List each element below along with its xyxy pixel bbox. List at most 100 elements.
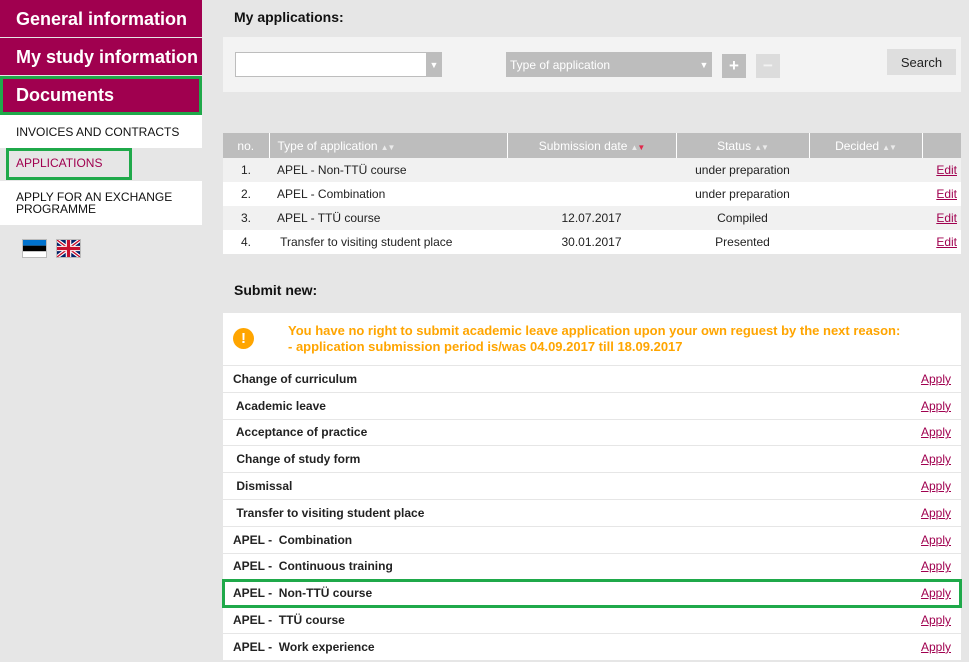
chevron-down-icon[interactable]: ▼	[426, 52, 442, 77]
apply-link[interactable]: Apply	[921, 479, 951, 493]
nav-applications[interactable]: APPLICATIONS	[6, 148, 132, 180]
column-header-submission-date[interactable]: Submission date ▲▼	[507, 133, 677, 158]
apply-link[interactable]: Apply	[921, 452, 951, 466]
apply-link[interactable]: Apply	[921, 425, 951, 439]
row-date: 30.01.2017	[507, 230, 676, 254]
row-decided	[809, 158, 922, 182]
sort-icon[interactable]: ▲▼	[754, 143, 769, 152]
add-filter-button[interactable]: +	[722, 54, 746, 78]
sort-icon[interactable]: ▲▼	[882, 143, 897, 152]
row-decided	[809, 230, 922, 254]
apply-link[interactable]: Apply	[921, 586, 951, 600]
edit-link[interactable]: Edit	[936, 235, 957, 249]
remove-filter-button[interactable]: −	[756, 54, 780, 78]
applications-table: no. Type of application ▲▼ Submission dat…	[223, 133, 961, 254]
application-type-label: Dismissal	[233, 479, 293, 494]
list-item: APEL - Continuous training Apply	[223, 553, 961, 581]
application-type-label: Acceptance of practice	[233, 425, 368, 440]
type-of-application-field[interactable]: Type of application	[506, 52, 696, 77]
table-row: 1. APEL - Non-TTÜ course under preparati…	[223, 158, 961, 182]
list-item: Change of curriculum Apply	[223, 366, 961, 393]
apply-link[interactable]: Apply	[921, 559, 951, 573]
list-item: APEL - Work experience Apply	[223, 633, 961, 661]
nav-apply-exchange-programme[interactable]: APPLY FOR AN EXCHANGE PROGRAMME	[0, 181, 202, 226]
uk-flag-icon[interactable]	[56, 239, 81, 258]
row-no: 3.	[223, 206, 269, 230]
edit-link[interactable]: Edit	[936, 211, 957, 225]
list-item-highlighted: APEL - Non-TTÜ course Apply	[222, 579, 962, 609]
row-status: under preparation	[676, 158, 809, 182]
application-select-field[interactable]	[235, 52, 426, 77]
apply-link[interactable]: Apply	[921, 640, 951, 654]
column-header-type[interactable]: Type of application ▲▼	[269, 133, 508, 158]
row-status: under preparation	[676, 182, 809, 206]
estonian-flag-icon[interactable]	[22, 239, 47, 258]
column-header-actions	[922, 133, 961, 158]
my-applications-title: My applications:	[234, 9, 344, 25]
apply-link[interactable]: Apply	[921, 533, 951, 547]
type-of-application-select[interactable]: Type of application ▼	[506, 52, 712, 77]
application-type-label: APEL - Combination	[233, 532, 353, 547]
application-type-label: APEL - Work experience	[233, 639, 375, 654]
application-type-label: Academic leave	[233, 398, 326, 413]
apply-link[interactable]: Apply	[921, 506, 951, 520]
warning-message: ! You have no right to submit academic l…	[223, 313, 961, 366]
table-row: 4. Transfer to visiting student place 30…	[223, 230, 961, 254]
nav-general-information[interactable]: General information	[0, 0, 202, 38]
application-type-label: APEL - Continuous training	[233, 559, 393, 574]
application-type-label: APEL - Non-TTÜ course	[233, 586, 373, 601]
list-item: Academic leave Apply	[223, 392, 961, 420]
row-type: APEL - Non-TTÜ course	[269, 158, 507, 182]
application-type-label: Change of curriculum	[233, 371, 358, 386]
warning-line-2: - application submission period is/was 0…	[288, 339, 683, 354]
list-item: Acceptance of practice Apply	[223, 419, 961, 447]
warning-text: You have no right to submit academic lea…	[288, 323, 900, 355]
nav-my-study-information[interactable]: My study information	[0, 38, 202, 76]
search-button[interactable]: Search	[887, 49, 956, 75]
sort-desc-icon[interactable]: ▲▼	[630, 143, 645, 152]
list-item: Transfer to visiting student place Apply	[223, 499, 961, 527]
row-date	[507, 158, 676, 182]
application-select[interactable]: ▼	[235, 52, 442, 77]
list-item: Change of study form Apply	[223, 446, 961, 474]
row-decided	[809, 182, 922, 206]
application-type-label: Change of study form	[233, 452, 361, 467]
row-date: 12.07.2017	[507, 206, 676, 230]
submit-new-title: Submit new:	[234, 282, 318, 298]
column-header-status[interactable]: Status ▲▼	[676, 133, 810, 158]
list-item: APEL - Combination Apply	[223, 526, 961, 554]
sort-icon[interactable]: ▲▼	[381, 143, 396, 152]
column-header-decided[interactable]: Decided ▲▼	[809, 133, 923, 158]
table-row: 3. APEL - TTÜ course 12.07.2017 Compiled…	[223, 206, 961, 230]
row-status: Compiled	[676, 206, 809, 230]
row-decided	[809, 206, 922, 230]
edit-link[interactable]: Edit	[936, 163, 957, 177]
apply-link[interactable]: Apply	[921, 372, 951, 386]
list-item: APEL - TTÜ course Apply	[223, 607, 961, 634]
filter-panel: ▼ Type of application ▼ + − Search	[223, 37, 961, 92]
warning-line-1: You have no right to submit academic lea…	[288, 323, 901, 338]
apply-link[interactable]: Apply	[921, 399, 951, 413]
column-header-no: no.	[223, 133, 270, 158]
row-type: Transfer to visiting student place	[269, 230, 507, 254]
row-no: 1.	[223, 158, 269, 182]
sidebar: General information My study information…	[0, 0, 202, 662]
row-date	[507, 182, 676, 206]
apply-link[interactable]: Apply	[921, 613, 951, 627]
list-item: Dismissal Apply	[223, 473, 961, 500]
nav-invoices-and-contracts[interactable]: INVOICES AND CONTRACTS	[0, 115, 202, 149]
nav-documents[interactable]: Documents	[0, 76, 202, 115]
application-type-label: APEL - TTÜ course	[233, 613, 345, 628]
row-type: APEL - Combination	[269, 182, 507, 206]
chevron-down-icon[interactable]: ▼	[696, 52, 712, 77]
submit-new-panel: ! You have no right to submit academic l…	[222, 313, 962, 661]
row-no: 4.	[223, 230, 269, 254]
language-switcher	[22, 239, 81, 258]
application-type-label: Transfer to visiting student place	[233, 505, 425, 520]
edit-link[interactable]: Edit	[936, 187, 957, 201]
table-row: 2. APEL - Combination under preparation …	[223, 182, 961, 206]
warning-icon: !	[233, 328, 254, 349]
row-type: APEL - TTÜ course	[269, 206, 507, 230]
row-no: 2.	[223, 182, 269, 206]
row-status: Presented	[676, 230, 809, 254]
